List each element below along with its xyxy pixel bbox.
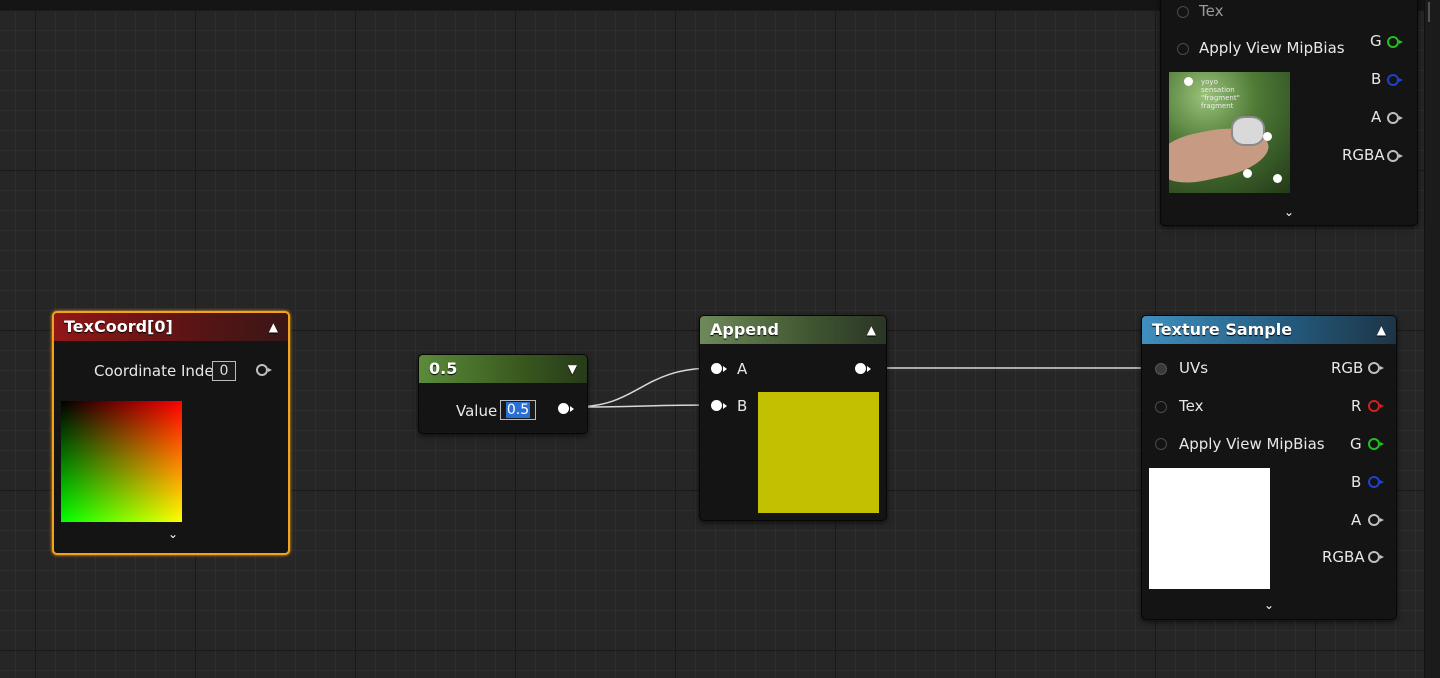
tex-input-pin[interactable] [1155,401,1167,413]
rgba-output-label: RGBA [1342,146,1385,164]
mipbias-input-label: Apply View MipBias [1179,435,1325,453]
uvs-input-label: UVs [1179,359,1209,377]
node-title: TexCoord[0] [64,317,173,336]
chevron-down-icon[interactable]: ⌄ [1284,205,1294,219]
tex-input-label: Tex [1179,397,1204,415]
coordinate-index-input[interactable]: 0 [212,361,236,381]
texcoord-node[interactable]: TexCoord[0] ▲ Coordinate Index 0 ⌄ [52,311,290,555]
constant-node-header[interactable]: 0.5 ▼ [419,355,587,383]
mipbias-input-label: Apply View MipBias [1199,39,1345,57]
a-output-label: A [1351,511,1362,529]
wire-constant-to-append-a[interactable] [573,367,715,408]
mipbias-input-pin[interactable] [1155,438,1167,450]
preview-dot [1273,174,1282,183]
wire-constant-to-append-b[interactable] [573,404,715,408]
preview-dot [1243,169,1252,178]
chevron-up-icon[interactable]: ▲ [867,323,876,337]
append-node-header[interactable]: Append ▲ [700,316,886,344]
chevron-up-icon[interactable]: ▲ [269,320,278,334]
texture-sample-node-top[interactable]: Tex Apply View MipBias R G B A RGBA yoyo… [1160,0,1418,226]
append-color-preview [758,392,879,513]
texcoord-output-pin[interactable] [256,364,272,376]
append-input-b-label: B [737,397,748,415]
append-input-b-pin[interactable] [711,400,727,411]
r-output-pin[interactable] [1368,400,1384,412]
coordinate-index-label: Coordinate Index [94,362,223,380]
tex-input-pin[interactable] [1177,6,1189,18]
a-output-label: A [1371,108,1382,126]
b-output-pin[interactable] [1368,476,1384,488]
chevron-down-icon[interactable]: ⌄ [1264,598,1274,612]
tex-input-label: Tex [1199,2,1224,20]
chevron-down-icon[interactable]: ⌄ [168,527,178,541]
append-node[interactable]: Append ▲ A B [699,315,887,521]
append-output-pin[interactable] [855,363,871,374]
texture-sample-node-header[interactable]: Texture Sample ▲ [1142,316,1396,344]
chevron-up-icon[interactable]: ▲ [1377,323,1386,337]
b-output-label: B [1351,473,1362,491]
g-output-pin[interactable] [1387,36,1403,48]
g-output-pin[interactable] [1368,438,1384,450]
rgba-output-pin[interactable] [1368,551,1384,563]
preview-caption: yoyo sensation "fragment" fragment [1201,78,1240,110]
node-title: Texture Sample [1152,320,1293,339]
rgba-output-label: RGBA [1322,548,1365,566]
r-output-label: R [1351,397,1362,415]
panel-tab-icon [1428,2,1438,22]
value-label: Value [456,402,498,420]
chevron-down-icon[interactable]: ▼ [568,362,577,376]
constant-node[interactable]: 0.5 ▼ Value 0.5 [418,354,588,434]
g-output-label: G [1370,32,1382,50]
node-title: 0.5 [429,359,458,378]
preview-dot [1184,77,1193,86]
b-output-label: B [1371,70,1382,88]
b-output-pin[interactable] [1387,74,1403,86]
constant-output-pin[interactable] [558,403,574,414]
r-output-label: R [1371,0,1381,1]
mipbias-input-pin[interactable] [1177,43,1189,55]
texture-preview-image: yoyo sensation "fragment" fragment [1169,72,1290,193]
append-input-a-pin[interactable] [711,363,727,374]
texcoord-node-header[interactable]: TexCoord[0] ▲ [54,313,288,341]
texture-preview-blank [1149,468,1270,589]
rgba-output-pin[interactable] [1387,150,1403,162]
preview-dot [1263,132,1272,141]
a-output-pin[interactable] [1387,112,1403,124]
rgb-output-label: RGB [1331,359,1364,377]
uvs-input-pin[interactable] [1155,363,1167,375]
node-title: Append [710,320,779,339]
g-output-label: G [1350,435,1362,453]
append-input-a-label: A [737,360,748,378]
a-output-pin[interactable] [1368,514,1384,526]
details-panel-edge[interactable] [1424,0,1440,678]
value-input[interactable]: 0.5 [500,400,536,420]
preview-cup-shape [1231,116,1265,146]
texture-sample-node[interactable]: Texture Sample ▲ UVs Tex Apply View MipB… [1141,315,1397,620]
uv-gradient-preview [61,401,182,522]
rgb-output-pin[interactable] [1368,362,1384,374]
